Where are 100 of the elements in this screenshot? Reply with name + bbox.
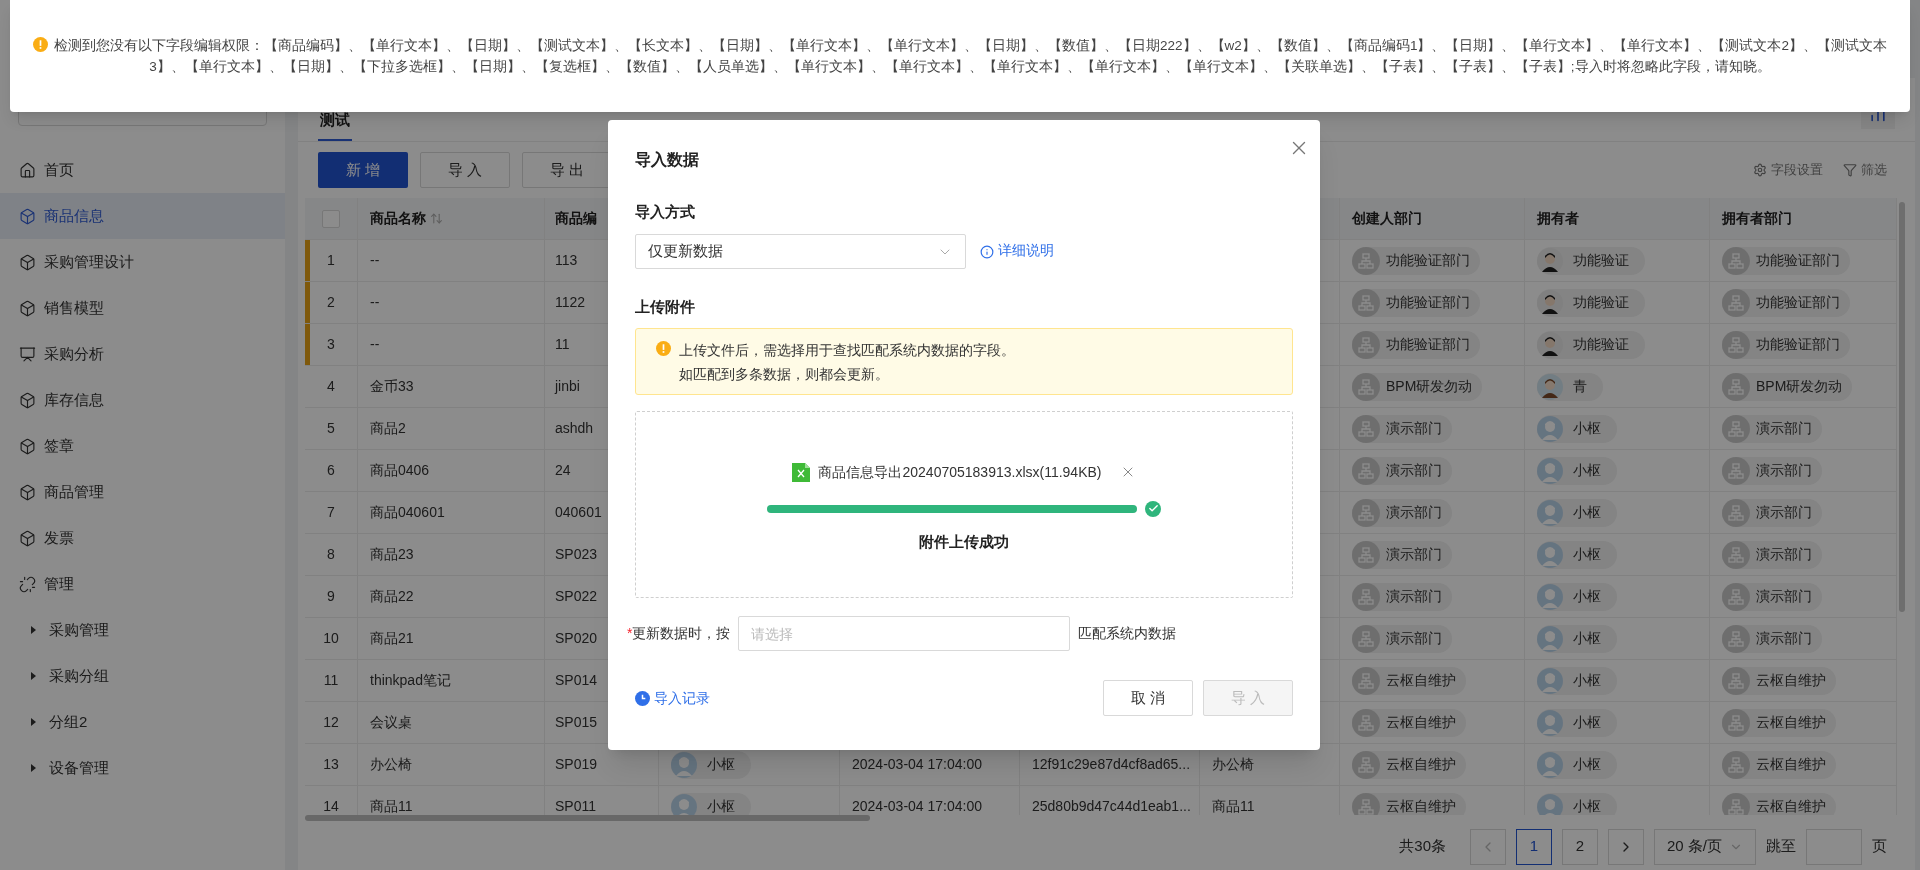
table-cell-text: 24 (555, 461, 571, 480)
sidebar-item[interactable]: 分组2 (0, 699, 285, 745)
field-settings-button[interactable]: 字段设置 (1753, 160, 1823, 180)
org-chart-icon (1722, 792, 1750, 815)
field-label: 更新数据时，按 (632, 624, 731, 643)
department-tag: 演示部门 (1352, 540, 1452, 569)
department-tag: 演示部门 (1352, 414, 1452, 443)
column-header[interactable]: 商品编 (555, 208, 597, 229)
user-tag: 小枢 (1537, 666, 1617, 695)
user-tag: 小枢 (1537, 624, 1617, 653)
org-chart-icon (1722, 498, 1750, 527)
department-tag: 云枢自维护 (1722, 708, 1836, 737)
sidebar-item[interactable]: 商品管理 (0, 469, 285, 515)
table-cell-text: ashdh (555, 419, 594, 438)
sidebar-item[interactable]: 采购分组 (0, 653, 285, 699)
horizontal-scrollbar[interactable] (305, 815, 870, 821)
sidebar-item[interactable]: 商品信息 (0, 193, 285, 239)
required-mark: * (627, 624, 633, 643)
dialog-button[interactable]: 取 消 (1103, 680, 1193, 716)
department-tag: 功能验证部门 (1722, 246, 1850, 275)
sidebar-item[interactable]: 管理 (0, 561, 285, 607)
department-tag: 云枢自维护 (1352, 708, 1466, 737)
field-label: 导入方式 (635, 202, 696, 222)
sidebar-item[interactable]: 库存信息 (0, 377, 285, 423)
department-tag: 云枢自维护 (1722, 666, 1836, 695)
column-header[interactable]: 创建人部门 (1352, 208, 1422, 229)
next-page-button[interactable] (1608, 828, 1644, 865)
sidebar-item[interactable]: 采购管理设计 (0, 239, 285, 285)
notice-text: 如匹配到多条数据，则都会更新。 (679, 365, 890, 384)
total-count: 共30条 (1399, 836, 1446, 857)
user-tag: 小枢 (1537, 750, 1617, 779)
details-link[interactable]: 详细说明 (980, 241, 1054, 262)
org-chart-icon (1722, 246, 1750, 275)
sidebar-item[interactable]: 采购管理 (0, 607, 285, 653)
user-tag: 小枢 (1537, 582, 1617, 611)
sidebar-item[interactable]: 首页 (0, 147, 285, 193)
org-chart-icon (1352, 666, 1380, 695)
column-header[interactable]: 商品名称 (370, 208, 443, 229)
match-field-select[interactable]: 请选择 (738, 616, 1071, 651)
table-cell-text: 11 (555, 335, 570, 354)
row-number: 6 (326, 461, 336, 480)
table-cell-text: SP011 (555, 797, 596, 815)
table-cell-text: SP014 (555, 671, 598, 690)
table-cell-text: 2024-03-04 17:04:00 (852, 755, 982, 774)
jump-label: 跳至 (1766, 836, 1796, 857)
table-cell-text: 113 (555, 251, 578, 270)
vertical-scrollbar[interactable] (1899, 202, 1905, 612)
page-button[interactable]: 2 (1562, 828, 1598, 865)
warning-message: 检测到您没有以下字段编辑权限：【商品编码】、【单行文本】、【日期】、【测试文本】、【长文本】、【日期】、【单行文本】、【单行文本】、【日期】、【数值】、【日期222】、【w2】、【数值】、【商品编码1】、【日期】、【单行文本】、【单行文本】、【测试文本2】、【测试文本3】、【单行文本】、【日期】、【下拉多选框】、【日期】、【复选框】、【数值】、【人员单选】、【单行文本】、【单行文本】、【单行文本】、【单行文本】、【单行文本】、【关联单选】、【子表】、【子表】、【子表】;导入时将忽略此字段，请知晓。 (54, 38, 1887, 74)
table-cell-text: 办公椅 (1212, 755, 1254, 774)
user-tag: 小枢 (1537, 498, 1617, 527)
department-tag: 演示部门 (1352, 582, 1452, 611)
table-cell-text: -- (370, 293, 380, 312)
table-cell-text: -- (370, 251, 380, 270)
import-method-select[interactable]: 仅更新数据 (635, 234, 966, 269)
department-tag: 演示部门 (1352, 498, 1452, 527)
page-size-select[interactable]: 20 条/页 (1654, 828, 1756, 865)
spreadsheet-file-icon (792, 462, 811, 482)
cube-icon (19, 529, 36, 547)
sort-icon[interactable] (430, 212, 443, 225)
warning-icon (33, 37, 49, 52)
table-cell-text: 2024-03-04 17:04:00 (852, 797, 982, 815)
org-chart-icon (1722, 414, 1750, 443)
column-header[interactable]: 拥有者部门 (1722, 208, 1792, 229)
sidebar-item[interactable]: 设备管理 (0, 745, 285, 791)
table-cell-text: jinbi (555, 377, 580, 396)
table-cell-text: SP023 (555, 545, 598, 564)
department-tag: 演示部门 (1722, 414, 1822, 443)
page-unit: 页 (1872, 836, 1887, 857)
department-tag: 云枢自维护 (1722, 792, 1836, 815)
row-number: 14 (322, 797, 340, 815)
sidebar-item[interactable]: 发票 (0, 515, 285, 561)
warning-icon (656, 341, 671, 356)
user-tag: 小枢 (1537, 456, 1617, 485)
sidebar-item[interactable]: 签章 (0, 423, 285, 469)
sidebar-item[interactable]: 销售模型 (0, 285, 285, 331)
org-chart-icon (1352, 456, 1380, 485)
column-header[interactable]: 拥有者 (1537, 208, 1579, 229)
sidebar-item[interactable]: 采购分析 (0, 331, 285, 377)
user-tag: 小枢 (1537, 708, 1617, 737)
row-number: 3 (326, 335, 336, 354)
user-tag: 小枢 (1537, 792, 1617, 815)
row-number: 7 (326, 503, 336, 522)
department-tag: 功能验证部门 (1722, 288, 1850, 317)
org-chart-icon (1722, 456, 1750, 485)
org-chart-icon (1352, 582, 1380, 611)
import-history-link[interactable]: 导入记录 (635, 687, 710, 709)
toolbar-button[interactable]: 导 入 (420, 152, 510, 188)
table-cell-text: 商品22 (370, 587, 414, 606)
toolbar-button[interactable]: 新 增 (318, 152, 408, 188)
row-number: 12 (322, 713, 340, 732)
upload-area[interactable]: 商品信息导出20240705183913.xlsx(11.94KB) 附件上传成功 (635, 411, 1293, 598)
org-chart-icon (1352, 708, 1380, 737)
department-tag: 云枢自维护 (1722, 750, 1836, 779)
home-icon (19, 161, 36, 179)
filter-button[interactable]: 筛选 (1843, 160, 1887, 180)
page-button[interactable]: 1 (1516, 828, 1552, 865)
org-chart-icon (1722, 288, 1750, 317)
department-tag: 功能验证部门 (1352, 330, 1480, 359)
prev-page-button[interactable] (1470, 828, 1506, 865)
